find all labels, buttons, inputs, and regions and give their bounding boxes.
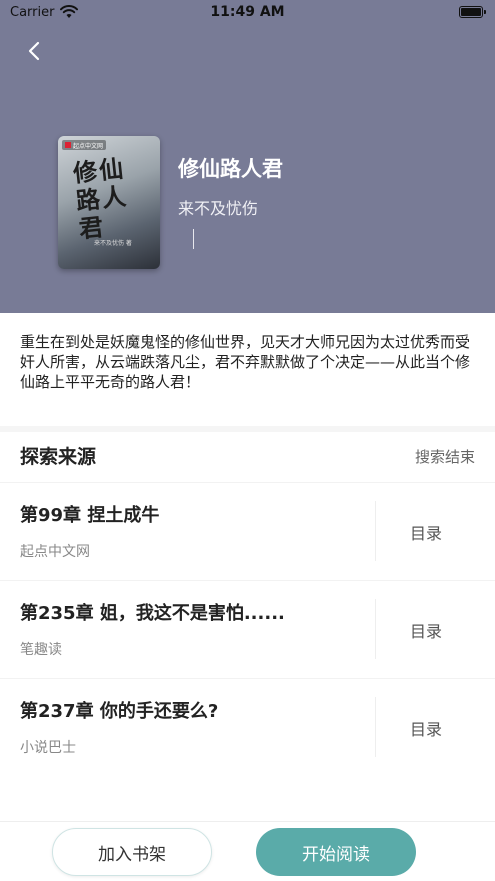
chapter-title: 第99章 捏土成牛 bbox=[20, 505, 160, 526]
source-site: 起点中文网 bbox=[20, 544, 90, 560]
book-title: 修仙路人君 bbox=[178, 157, 283, 181]
book-author[interactable]: 来不及忧伤 bbox=[178, 195, 258, 219]
cover-author: 来不及忧伤 著 bbox=[94, 240, 132, 247]
toc-button[interactable]: 目录 bbox=[376, 581, 476, 679]
start-reading-button[interactable]: 开始阅读 bbox=[256, 828, 416, 876]
book-description: 重生在到处是妖魔鬼怪的修仙世界，见天才大师兄因为太过优秀而受奸人所害，从云端跌落… bbox=[20, 333, 471, 391]
list-item[interactable]: 第99章 捏土成牛 起点中文网 目录 bbox=[0, 482, 495, 580]
status-bar: Carrier 11:49 AM bbox=[0, 0, 495, 26]
toc-button[interactable]: 目录 bbox=[376, 483, 476, 581]
add-to-shelf-button[interactable]: 加入书架 bbox=[52, 828, 212, 876]
sources-title: 探索来源 bbox=[20, 446, 97, 468]
source-list: 第99章 捏土成牛 起点中文网 目录 第235章 姐，我这不是害怕...... … bbox=[0, 482, 495, 776]
battery-icon bbox=[459, 6, 486, 18]
status-time: 11:49 AM bbox=[210, 4, 285, 20]
cover-badge: 起点中文网 bbox=[62, 140, 107, 150]
back-button[interactable] bbox=[20, 36, 50, 66]
book-header: Carrier 11:49 AM 起点中文网 修仙路人君 来不及忧伤 著 修仙路… bbox=[0, 0, 495, 313]
source-site: 笔趣读 bbox=[20, 642, 62, 658]
source-site: 小说巴士 bbox=[20, 740, 76, 756]
search-end-button[interactable]: 搜索结束 bbox=[415, 446, 475, 467]
bottom-action-bar: 加入书架 开始阅读 bbox=[0, 821, 495, 881]
chevron-left-icon bbox=[28, 41, 40, 61]
header-divider bbox=[193, 229, 194, 249]
toc-button[interactable]: 目录 bbox=[376, 679, 476, 777]
chapter-title: 第237章 你的手还要么? bbox=[20, 701, 219, 722]
list-item[interactable]: 第237章 你的手还要么? 小说巴士 目录 bbox=[0, 678, 495, 776]
book-cover: 起点中文网 修仙路人君 来不及忧伤 著 bbox=[58, 136, 160, 269]
list-item[interactable]: 第235章 姐，我这不是害怕...... 笔趣读 目录 bbox=[0, 580, 495, 678]
section-separator bbox=[0, 426, 495, 432]
chapter-title: 第235章 姐，我这不是害怕...... bbox=[20, 603, 285, 624]
cover-title: 修仙路人君 bbox=[71, 153, 130, 244]
